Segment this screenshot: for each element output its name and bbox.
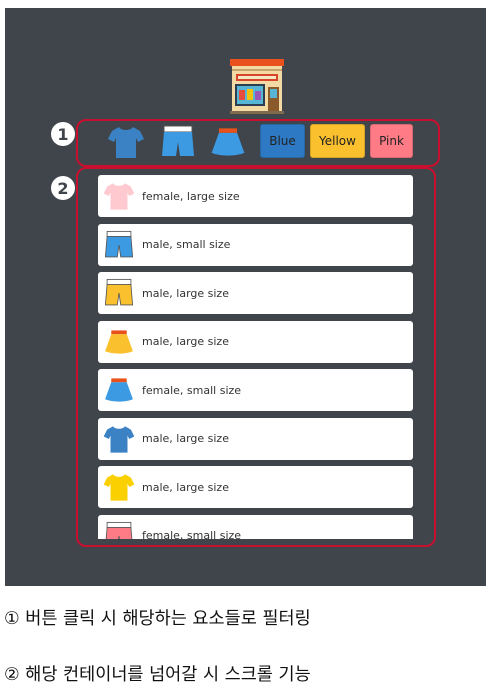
filter-pink-label: Pink: [379, 134, 404, 148]
list-item-label: male, large size: [142, 432, 229, 445]
list-item-label: male, large size: [142, 480, 229, 494]
filter-tshirt-button[interactable]: [106, 124, 146, 160]
caption-filter: ① 버튼 클릭 시 해당하는 요소들로 필터링: [4, 609, 311, 629]
item-list[interactable]: female, large size male, small size male, …: [98, 175, 413, 539]
list-item-label: female, small size: [142, 529, 242, 539]
list-item[interactable]: male, large size: [98, 417, 413, 460]
tshirt-icon: [108, 127, 144, 158]
skirt-icon: [211, 128, 245, 156]
clothing-store-logo-icon: [230, 59, 284, 114]
list-item-label: male, small size: [142, 238, 231, 251]
list-item-label: male, large size: [142, 286, 229, 300]
marker-two-label: 2: [57, 178, 69, 198]
marker-two: 2: [51, 176, 75, 200]
pants-icon: [105, 521, 133, 539]
filter-pants-button[interactable]: [158, 124, 198, 160]
filter-yellow-button[interactable]: Yellow: [310, 124, 365, 158]
list-item[interactable]: female, small size: [98, 514, 413, 539]
item-list-container[interactable]: female, large size male, small size male, …: [76, 167, 436, 547]
skirt-icon: [105, 378, 133, 402]
pants-icon: [104, 230, 134, 257]
tshirt-icon: [103, 425, 135, 453]
filter-blue-label: Blue: [269, 134, 296, 148]
list-item[interactable]: male, large size: [98, 466, 413, 508]
caption-scroll: ② 해당 컨테이너를 넘어갈 시 스크롤 기능: [4, 665, 311, 685]
filter-blue-button[interactable]: Blue: [260, 124, 305, 158]
tshirt-icon: [103, 474, 135, 501]
list-item[interactable]: male, small size: [98, 223, 413, 266]
filter-pink-button[interactable]: Pink: [370, 124, 413, 158]
tshirt-icon: [103, 183, 135, 210]
list-item-label: female, small size: [142, 383, 242, 397]
list-item[interactable]: male, large size: [98, 320, 413, 363]
list-item-label: male, large size: [142, 335, 229, 348]
marker-one-label: 1: [57, 124, 69, 144]
filter-yellow-label: Yellow: [319, 134, 356, 148]
filter-skirt-button[interactable]: [208, 124, 248, 160]
skirt-icon: [105, 329, 133, 354]
list-item[interactable]: female, small size: [98, 369, 413, 411]
pants-icon: [104, 278, 134, 306]
pants-icon: [162, 125, 194, 156]
list-item-label: female, large size: [142, 189, 240, 203]
list-item[interactable]: female, large size: [98, 175, 413, 217]
marker-one: 1: [51, 122, 75, 146]
list-item[interactable]: male, large size: [98, 272, 413, 314]
